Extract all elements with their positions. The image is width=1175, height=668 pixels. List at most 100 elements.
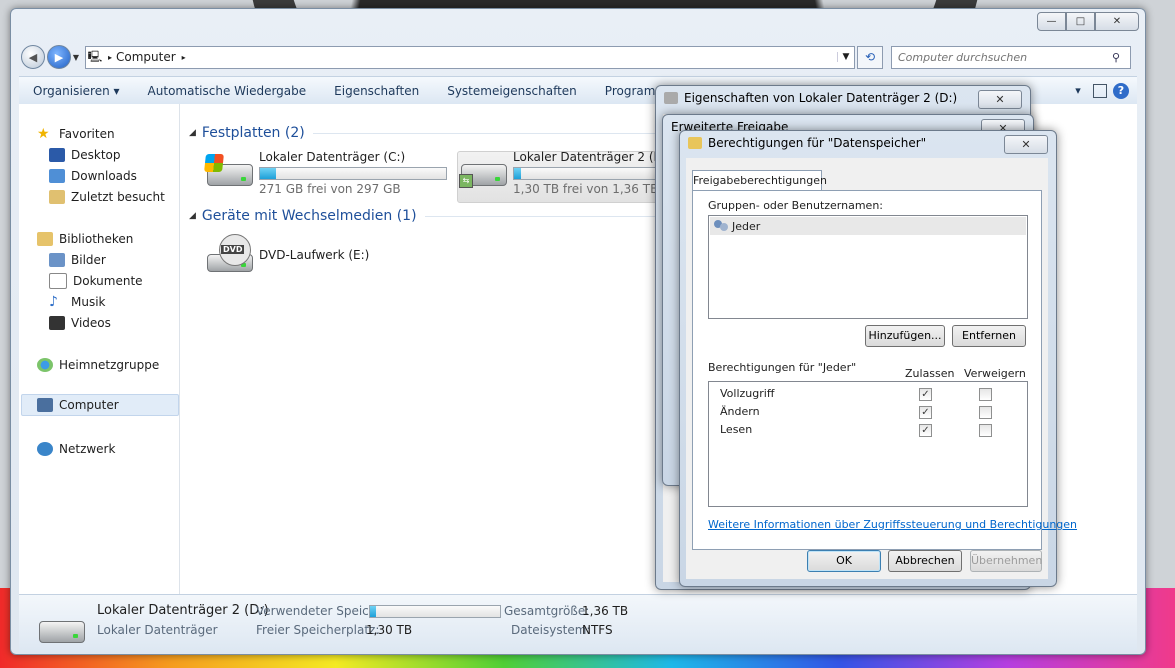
pictures-icon [49, 253, 65, 267]
preview-pane-icon[interactable] [1093, 83, 1107, 98]
access-control-info-link[interactable]: Weitere Informationen über Zugriffssteue… [708, 518, 1077, 531]
close-button[interactable]: ✕ [1095, 12, 1139, 31]
breadcrumb-computer[interactable]: Computer [116, 50, 176, 64]
perm-full-control-deny-checkbox[interactable] [979, 388, 992, 401]
star-icon: ★ [37, 126, 50, 142]
perm-change-label: Ändern [720, 405, 760, 418]
nav-downloads-label: Downloads [71, 169, 137, 183]
share-permissions-panel: Gruppen- oder Benutzernamen: Jeder Hinzu… [692, 190, 1077, 550]
nav-music-label: Musik [71, 295, 106, 309]
users-listbox[interactable]: Jeder [708, 215, 1028, 319]
permissions-close-button[interactable]: ✕ [1004, 135, 1048, 154]
nav-computer[interactable]: Computer [37, 395, 119, 415]
system-properties-button[interactable]: Systemeigenschaften [433, 84, 591, 98]
toolbar-right: ▾ ? [1069, 82, 1137, 100]
drive-c-free-text: 271 GB frei von 297 GB [259, 182, 401, 196]
perm-full-control-label: Vollzugriff [720, 387, 775, 400]
user-row-jeder[interactable]: Jeder [710, 217, 1026, 235]
nav-desktop[interactable]: Desktop [49, 145, 121, 165]
navigation-pane: ★ Favoriten Desktop Downloads Zuletzt be… [19, 104, 180, 594]
drive-c-usage-bar [259, 167, 447, 180]
details-pane: Lokaler Datenträger 2 (D:) Lokaler Daten… [19, 594, 1137, 653]
nav-network-label: Netzwerk [59, 442, 116, 456]
apply-button[interactable]: Übernehmen [970, 550, 1042, 572]
drive-icon [664, 92, 678, 104]
view-options-icon[interactable]: ▾ [1069, 82, 1087, 100]
add-button[interactable]: Hinzufügen... [865, 325, 945, 347]
nav-music[interactable]: ♪ Musik [49, 292, 106, 312]
collapse-arrow-icon: ◢ [189, 211, 196, 221]
breadcrumb-separator: ▸ [108, 52, 113, 62]
music-icon: ♪ [49, 294, 58, 310]
ok-button[interactable]: OK [807, 550, 881, 572]
refresh-button[interactable]: ⟲ [857, 45, 883, 69]
nav-network[interactable]: Netzwerk [37, 439, 115, 459]
nav-homegroup[interactable]: Heimnetzgruppe [37, 355, 159, 375]
permissions-title-text: Berechtigungen für "Datenspeicher" [708, 136, 927, 150]
address-bar[interactable]: 🖳 ▸ Computer ▸ ▼ [85, 45, 855, 69]
chevron-down-icon: ▼ [72, 52, 80, 62]
details-usage-fill [370, 606, 376, 617]
users-group-icon [714, 219, 730, 233]
nav-desktop-label: Desktop [71, 148, 121, 162]
minimize-button[interactable]: — [1037, 12, 1066, 31]
details-total-value: 1,36 TB [582, 604, 629, 618]
nav-downloads[interactable]: Downloads [49, 166, 137, 186]
nav-videos[interactable]: Videos [49, 313, 111, 333]
details-fs-label: Dateisystem: [511, 623, 591, 637]
nav-pictures[interactable]: Bilder [49, 250, 106, 270]
nav-pictures-label: Bilder [71, 253, 106, 267]
forward-button[interactable]: ▶ [47, 45, 71, 69]
nav-favorites[interactable]: ★ Favoriten [37, 124, 115, 144]
drive-e[interactable]: DVD DVD-Laufwerk (E:) [205, 234, 369, 274]
help-icon[interactable]: ? [1113, 82, 1129, 99]
search-icon[interactable]: ⚲ [1112, 51, 1130, 64]
documents-icon [49, 273, 67, 289]
perm-change-allow-checkbox[interactable]: ✓ [919, 406, 932, 419]
refresh-icon: ⟲ [864, 49, 876, 64]
nav-documents[interactable]: Dokumente [49, 271, 143, 291]
perm-full-control-allow-checkbox[interactable]: ✓ [919, 388, 932, 401]
network-icon [37, 442, 53, 456]
search-input[interactable] [892, 49, 1112, 65]
forward-arrow-icon: ▶ [54, 50, 64, 64]
nav-documents-label: Dokumente [73, 274, 143, 288]
autoplay-button[interactable]: Automatische Wiedergabe [134, 84, 321, 98]
maximize-button[interactable]: □ [1066, 12, 1095, 31]
hard-disk-icon [204, 150, 253, 190]
permissions-list: Vollzugriff ✓ Ändern ✓ Lesen ✓ [708, 381, 1028, 507]
drive-d[interactable]: ⇆ Lokaler Datenträger 2 (D:) 1,30 TB fre… [459, 150, 672, 196]
drive-c-usage-fill [260, 168, 277, 179]
homegroup-icon [37, 358, 53, 372]
properties-title-text: Eigenschaften von Lokaler Datenträger 2 … [684, 91, 958, 105]
nav-libraries[interactable]: Bibliotheken [37, 229, 133, 249]
perm-change-deny-checkbox[interactable] [979, 406, 992, 419]
groups-label: Gruppen- oder Benutzernamen: [708, 199, 884, 212]
permissions-body: Freigabeberechtigungen Gruppen- oder Ben… [686, 158, 1077, 579]
breadcrumb-separator-2[interactable]: ▸ [182, 53, 186, 62]
details-fs-value: NTFS [582, 623, 613, 637]
videos-icon [49, 316, 65, 330]
drive-c[interactable]: Lokaler Datenträger (C:) 271 GB frei von… [204, 150, 447, 196]
details-name: Lokaler Datenträger 2 (D:) [97, 603, 269, 618]
drive-d-name: Lokaler Datenträger 2 (D:) [513, 150, 672, 164]
desktop-icon [49, 148, 65, 162]
details-total-label: Gesamtgröße: [504, 604, 590, 618]
perm-read-allow-checkbox[interactable]: ✓ [919, 424, 932, 437]
remove-button[interactable]: Entfernen [952, 325, 1026, 347]
search-box: ⚲ [891, 45, 1131, 69]
cancel-button[interactable]: Abbrechen [888, 550, 962, 572]
tab-share-permissions[interactable]: Freigabeberechtigungen [692, 170, 827, 191]
address-row: ◀ ▶ ▼ 🖳 ▸ Computer ▸ ▼ ⟲ ⚲ [21, 45, 1135, 69]
history-dropdown[interactable]: ▼ [71, 53, 81, 62]
organize-button[interactable]: Organisieren ▾ [19, 84, 134, 98]
group-hard-disks-label: Festplatten (2) [201, 125, 305, 141]
back-button[interactable]: ◀ [21, 45, 45, 69]
properties-button[interactable]: Eigenschaften [320, 84, 433, 98]
dvd-drive-icon: DVD [205, 234, 253, 274]
address-dropdown[interactable]: ▼ [837, 52, 854, 62]
perm-read-deny-checkbox[interactable] [979, 424, 992, 437]
properties-close-button[interactable]: ✕ [978, 90, 1022, 109]
details-usage-bar [369, 605, 501, 618]
nav-recent[interactable]: Zuletzt besucht [49, 187, 165, 207]
